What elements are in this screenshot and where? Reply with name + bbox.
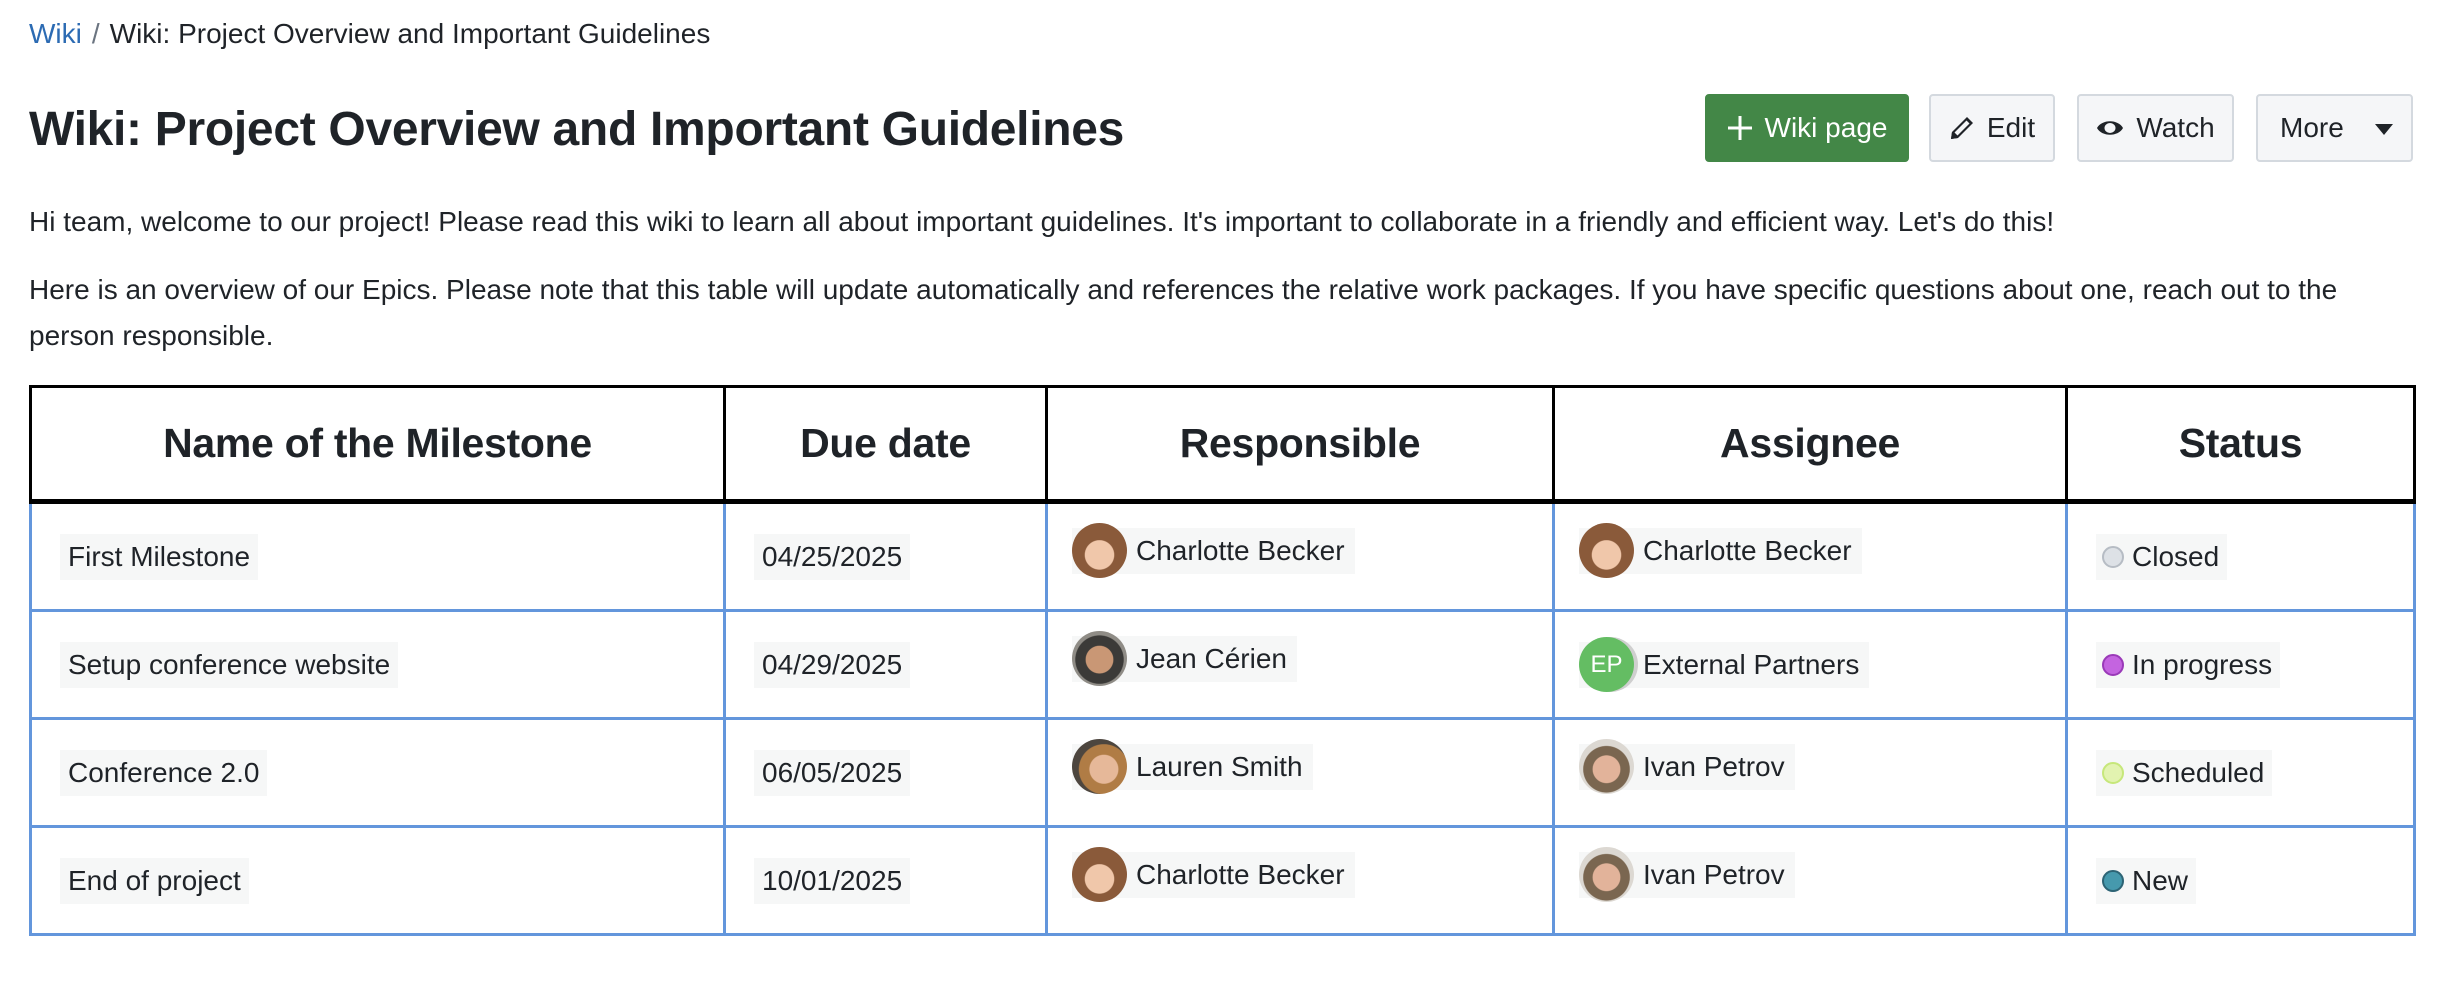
table-row: Setup conference website 04/29/2025 Jean…	[29, 609, 2416, 720]
column-header-due-date: Due date	[723, 385, 1048, 504]
avatar	[1579, 739, 1634, 795]
status-dot-icon	[2102, 545, 2124, 568]
table-row: First Milestone 04/25/2025 Charlotte Bec…	[29, 500, 2416, 612]
user-name: Jean Cérien	[1136, 642, 1287, 674]
status-label: In progress	[2132, 648, 2273, 680]
status-cell: Scheduled	[2065, 717, 2416, 828]
assignee-cell: Ivan Petrov	[1552, 717, 2068, 828]
user-name: External Partners	[1643, 648, 1860, 680]
due-date-cell: 04/29/2025	[723, 609, 1048, 720]
table-row: End of project 10/01/2025 Charlotte Beck…	[29, 825, 2416, 936]
user-name: Ivan Petrov	[1643, 858, 1785, 890]
assignee-cell: EP External Partners	[1552, 609, 2068, 720]
due-date-cell: 04/25/2025	[723, 500, 1048, 612]
user-chip[interactable]: Charlotte Becker	[1072, 847, 1355, 903]
user-name: Charlotte Becker	[1136, 858, 1345, 890]
status-cell: In progress	[2065, 609, 2416, 720]
avatar	[1072, 847, 1127, 903]
status-badge: In progress	[2096, 641, 2281, 688]
user-chip[interactable]: Lauren Smith	[1072, 739, 1313, 795]
user-chip[interactable]: EP External Partners	[1579, 637, 1870, 692]
table-row: Conference 2.0 06/05/2025 Lauren Smith I…	[29, 717, 2416, 828]
breadcrumb: Wiki / Wiki: Project Overview and Importan…	[29, 16, 710, 52]
due-date-value: 06/05/2025	[754, 749, 911, 796]
user-chip[interactable]: Charlotte Becker	[1072, 523, 1355, 579]
responsible-cell: Jean Cérien	[1045, 609, 1555, 720]
user-name: Charlotte Becker	[1136, 534, 1345, 566]
caret-down-icon	[2375, 124, 2393, 135]
status-cell: New	[2065, 825, 2416, 936]
plus-icon	[1727, 115, 1753, 141]
due-date-value: 10/01/2025	[754, 857, 911, 904]
assignee-cell: Ivan Petrov	[1552, 825, 2068, 936]
column-header-name: Name of the Milestone	[29, 385, 726, 504]
milestone-name-cell: Setup conference website	[29, 609, 726, 720]
assignee-cell: Charlotte Becker	[1552, 500, 2068, 612]
milestone-link[interactable]: First Milestone	[60, 533, 259, 580]
due-date-value: 04/29/2025	[754, 641, 911, 688]
user-chip[interactable]: Ivan Petrov	[1579, 739, 1795, 795]
milestone-link[interactable]: Setup conference website	[60, 641, 399, 688]
status-badge: Scheduled	[2096, 749, 2273, 796]
status-badge: Closed	[2096, 533, 2228, 580]
milestone-name-cell: Conference 2.0	[29, 717, 726, 828]
watch-label: Watch	[2136, 112, 2215, 143]
add-wiki-page-label: Wiki page	[1764, 112, 1888, 143]
status-dot-icon	[2102, 761, 2124, 784]
status-cell: Closed	[2065, 500, 2416, 612]
avatar	[1579, 523, 1634, 579]
pencil-icon	[1949, 115, 1975, 141]
eye-icon	[2096, 118, 2124, 138]
column-header-assignee: Assignee	[1552, 385, 2068, 504]
edit-button[interactable]: Edit	[1929, 94, 2055, 162]
breadcrumb-current-page: Wiki: Project Overview and Important Gui…	[109, 18, 711, 49]
edit-label: Edit	[1986, 112, 2036, 143]
status-dot-icon	[2102, 653, 2124, 676]
breadcrumb-separator: /	[91, 18, 100, 49]
user-name: Ivan Petrov	[1643, 750, 1785, 782]
due-date-cell: 06/05/2025	[723, 717, 1048, 828]
due-date-value: 04/25/2025	[754, 533, 911, 580]
user-chip[interactable]: Ivan Petrov	[1579, 847, 1795, 903]
more-dropdown-button[interactable]: More	[2256, 94, 2413, 162]
milestone-name-cell: First Milestone	[29, 500, 726, 612]
user-chip[interactable]: Jean Cérien	[1072, 631, 1297, 687]
due-date-cell: 10/01/2025	[723, 825, 1048, 936]
avatar	[1072, 523, 1127, 579]
status-label: Scheduled	[2132, 756, 2265, 788]
status-badge: New	[2096, 857, 2197, 904]
status-dot-icon	[2102, 869, 2124, 892]
user-name: Charlotte Becker	[1643, 534, 1852, 566]
responsible-cell: Lauren Smith	[1045, 717, 1555, 828]
responsible-cell: Charlotte Becker	[1045, 500, 1555, 612]
table-header-row: Name of the Milestone Due date Responsib…	[29, 385, 2416, 504]
user-name: Lauren Smith	[1136, 750, 1303, 782]
intro-paragraph: Hi team, welcome to our project! Please …	[29, 206, 2055, 237]
responsible-cell: Charlotte Becker	[1045, 825, 1555, 936]
watch-button[interactable]: Watch	[2077, 94, 2234, 162]
milestone-name-cell: End of project	[29, 825, 726, 936]
milestone-link[interactable]: End of project	[60, 857, 249, 904]
avatar	[1579, 847, 1634, 903]
column-header-responsible: Responsible	[1045, 385, 1555, 504]
add-wiki-page-button[interactable]: Wiki page	[1705, 94, 1909, 162]
status-label: Closed	[2132, 540, 2220, 572]
group-avatar: EP	[1579, 637, 1634, 692]
column-header-status: Status	[2065, 385, 2416, 504]
avatar	[1072, 739, 1127, 795]
breadcrumb-wiki-link[interactable]: Wiki	[29, 18, 82, 49]
user-chip[interactable]: Charlotte Becker	[1579, 523, 1862, 579]
page-title: Wiki: Project Overview and Important Gui…	[29, 103, 1125, 156]
milestones-table: Name of the Milestone Due date Responsib…	[29, 385, 2416, 936]
avatar	[1072, 631, 1127, 687]
epics-overview-paragraph: Here is an overview of our Epics. Please…	[29, 274, 2338, 351]
status-label: New	[2132, 864, 2189, 896]
milestone-link[interactable]: Conference 2.0	[60, 749, 268, 796]
more-label: More	[2280, 112, 2344, 143]
